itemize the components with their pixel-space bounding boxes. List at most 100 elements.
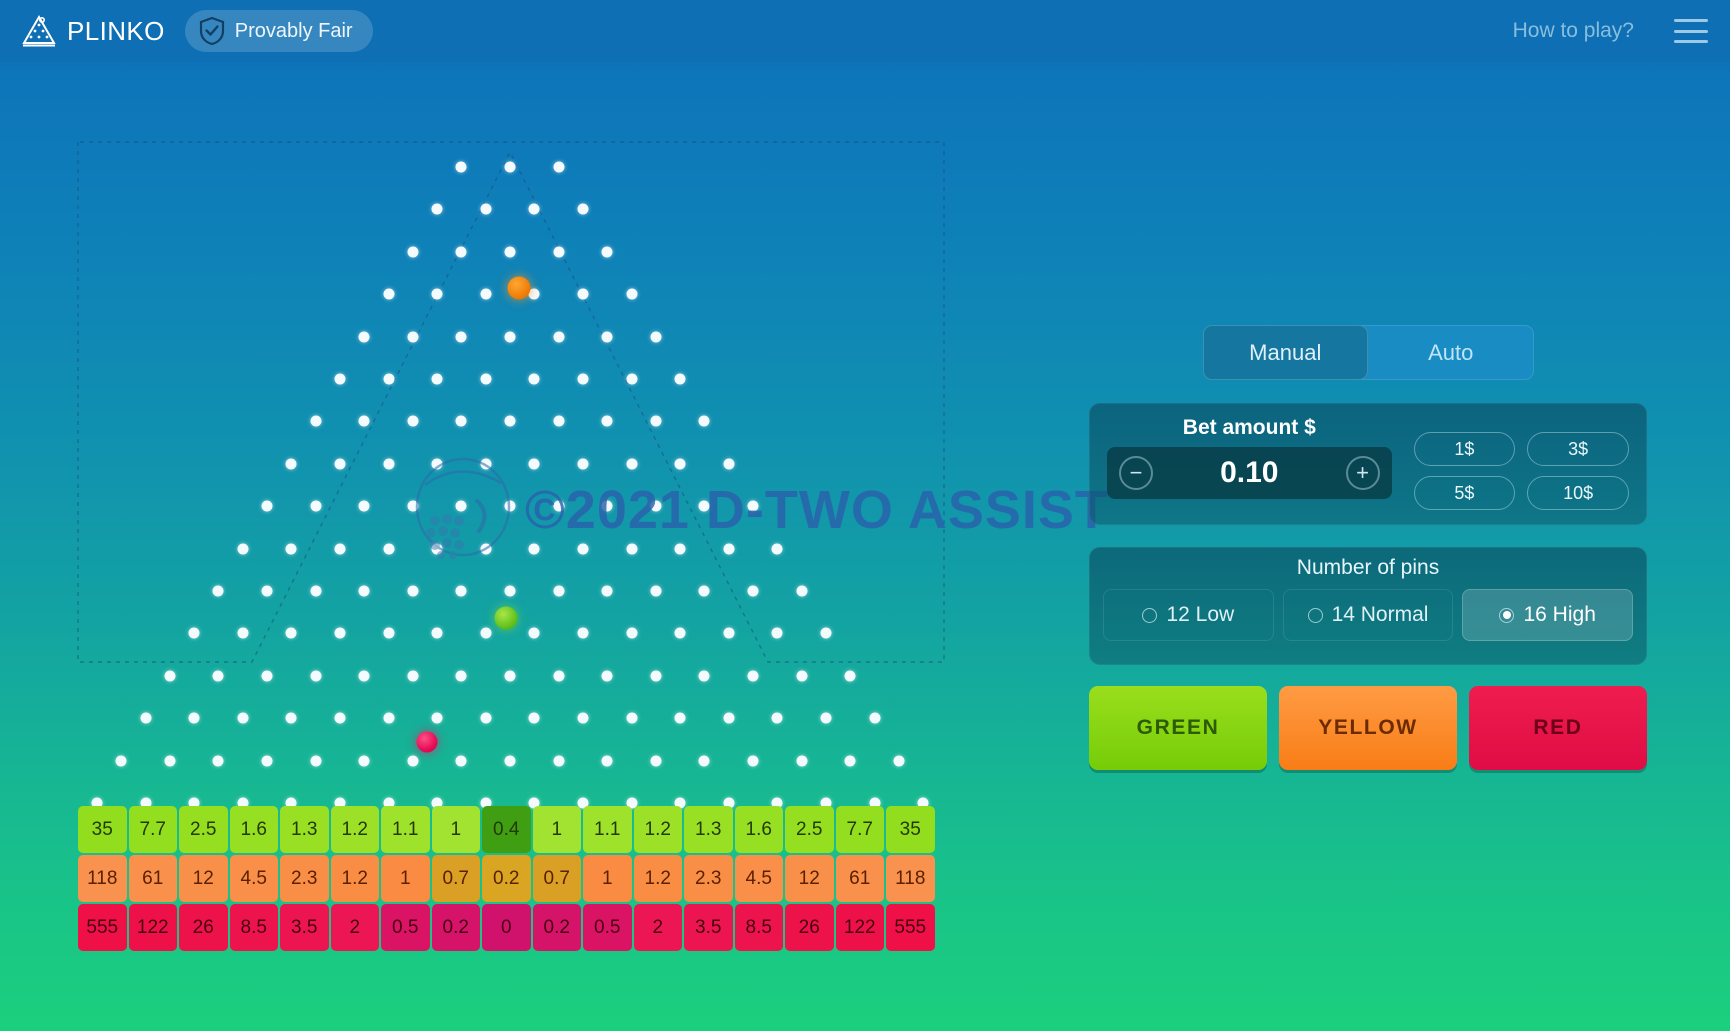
payout-cell: 1.2 [633, 806, 682, 853]
peg [771, 543, 783, 555]
peg [626, 288, 637, 300]
peg [747, 755, 759, 767]
peg [674, 458, 686, 470]
green-risk-button[interactable]: GREEN [1089, 686, 1267, 770]
peg [334, 458, 346, 470]
pin-option-label: 16 High [1523, 603, 1596, 626]
peg [577, 627, 589, 639]
payout-cell: 3.5 [684, 904, 733, 951]
brand-name: PLINKO [67, 15, 165, 46]
peg [577, 288, 589, 300]
peg [650, 415, 662, 427]
peg [455, 500, 467, 512]
peg [480, 712, 492, 724]
hamburger-menu-icon[interactable] [1674, 19, 1708, 43]
tab-manual[interactable]: Manual [1202, 325, 1368, 380]
peg [431, 627, 443, 639]
peg [237, 543, 249, 555]
how-to-play-link[interactable]: How to play? [1513, 19, 1634, 43]
payout-cell: 0.2 [482, 855, 531, 902]
payout-cell: 4.5 [229, 855, 278, 902]
peg [358, 670, 370, 682]
peg [261, 500, 273, 512]
radio-icon [1499, 607, 1515, 623]
minus-circle-icon[interactable]: − [1119, 456, 1153, 490]
peg [455, 161, 467, 173]
peg [285, 627, 297, 639]
pin-option-12-low[interactable]: 12 Low [1103, 589, 1274, 641]
green-payout-row: 35 7.7 2.5 1.6 1.3 1.2 1.1 1 0.4 1 1.1 1.2 1.3 1.6 2.5… [78, 806, 940, 853]
peg [747, 585, 759, 597]
bet-amount-group: Bet amount $ − 0.10 + [1107, 416, 1392, 499]
peg [626, 712, 637, 724]
payout-cell: 2.3 [684, 855, 733, 902]
payout-cell: 4.5 [734, 855, 783, 902]
peg [431, 458, 443, 470]
peg [577, 458, 589, 470]
peg [261, 755, 273, 767]
bet-amount-value[interactable]: 0.10 [1153, 456, 1346, 490]
peg [455, 331, 467, 343]
payout-cell: 1.6 [229, 806, 278, 853]
payout-cell: 1.2 [330, 855, 379, 902]
number-of-pins-card: Number of pins 12 Low 14 Normal 16 High [1089, 547, 1647, 665]
tab-auto[interactable]: Auto [1368, 325, 1534, 380]
control-panel: Manual Auto Bet amount $ − 0.10 + 1$ 3$ … [1089, 325, 1647, 770]
peg [310, 755, 322, 767]
payout-cell: 0.7 [532, 855, 581, 902]
payout-cell: 555 [78, 904, 127, 951]
payout-cell: 1 [431, 806, 480, 853]
red-risk-button[interactable]: RED [1469, 686, 1647, 770]
peg [528, 288, 540, 300]
peg [431, 203, 443, 215]
payout-cell: 2.3 [280, 855, 329, 902]
peg [504, 670, 516, 682]
pin-option-16-high[interactable]: 16 High [1462, 589, 1634, 641]
peg [431, 288, 443, 300]
peg [553, 755, 565, 767]
peg [626, 458, 637, 470]
peg [650, 670, 662, 682]
pin-option-14-normal[interactable]: 14 Normal [1283, 589, 1454, 641]
mode-tab-group: Manual Auto [1202, 325, 1534, 380]
peg [650, 500, 662, 512]
peg [844, 755, 856, 767]
peg [334, 373, 346, 385]
peg [601, 755, 613, 767]
payout-cell: 1 [583, 855, 632, 902]
peg [528, 627, 540, 639]
green-ball [494, 606, 518, 630]
bet-amount-card: Bet amount $ − 0.10 + 1$ 3$ 5$ 10$ [1089, 403, 1647, 525]
yellow-risk-button[interactable]: YELLOW [1279, 686, 1457, 770]
peg [723, 458, 735, 470]
peg [553, 415, 565, 427]
red-payout-row: 555 122 26 8.5 3.5 2 0.5 0.2 0 0.2 0.5 2 3.5 8.5 26 122… [78, 904, 940, 951]
peg [553, 161, 565, 173]
quick-bet-5[interactable]: 5$ [1413, 476, 1516, 510]
peg [528, 203, 540, 215]
payout-cell: 1 [532, 806, 581, 853]
peg [480, 203, 492, 215]
burger-line [1674, 40, 1708, 43]
peg [431, 712, 443, 724]
quick-bet-1[interactable]: 1$ [1413, 432, 1516, 466]
peg [577, 712, 589, 724]
payout-table: 35 7.7 2.5 1.6 1.3 1.2 1.1 1 0.4 1 1.1 1.2 1.3 1.6 2.5… [78, 806, 940, 951]
peg [455, 585, 467, 597]
peg [383, 373, 394, 385]
peg [674, 712, 686, 724]
peg [334, 627, 346, 639]
provably-fair-button[interactable]: Provably Fair [184, 10, 373, 52]
peg [674, 627, 686, 639]
peg [455, 755, 467, 767]
peg [747, 670, 759, 682]
peg [140, 712, 151, 724]
plus-circle-icon[interactable]: + [1345, 456, 1380, 490]
peg [480, 458, 492, 470]
payout-cell: 1.1 [583, 806, 632, 853]
brand-logo-group[interactable]: PLINKO [22, 15, 165, 47]
peg [334, 543, 346, 555]
quick-bet-10[interactable]: 10$ [1527, 476, 1629, 510]
payout-cell: 0.5 [583, 904, 632, 951]
quick-bet-3[interactable]: 3$ [1527, 432, 1629, 466]
